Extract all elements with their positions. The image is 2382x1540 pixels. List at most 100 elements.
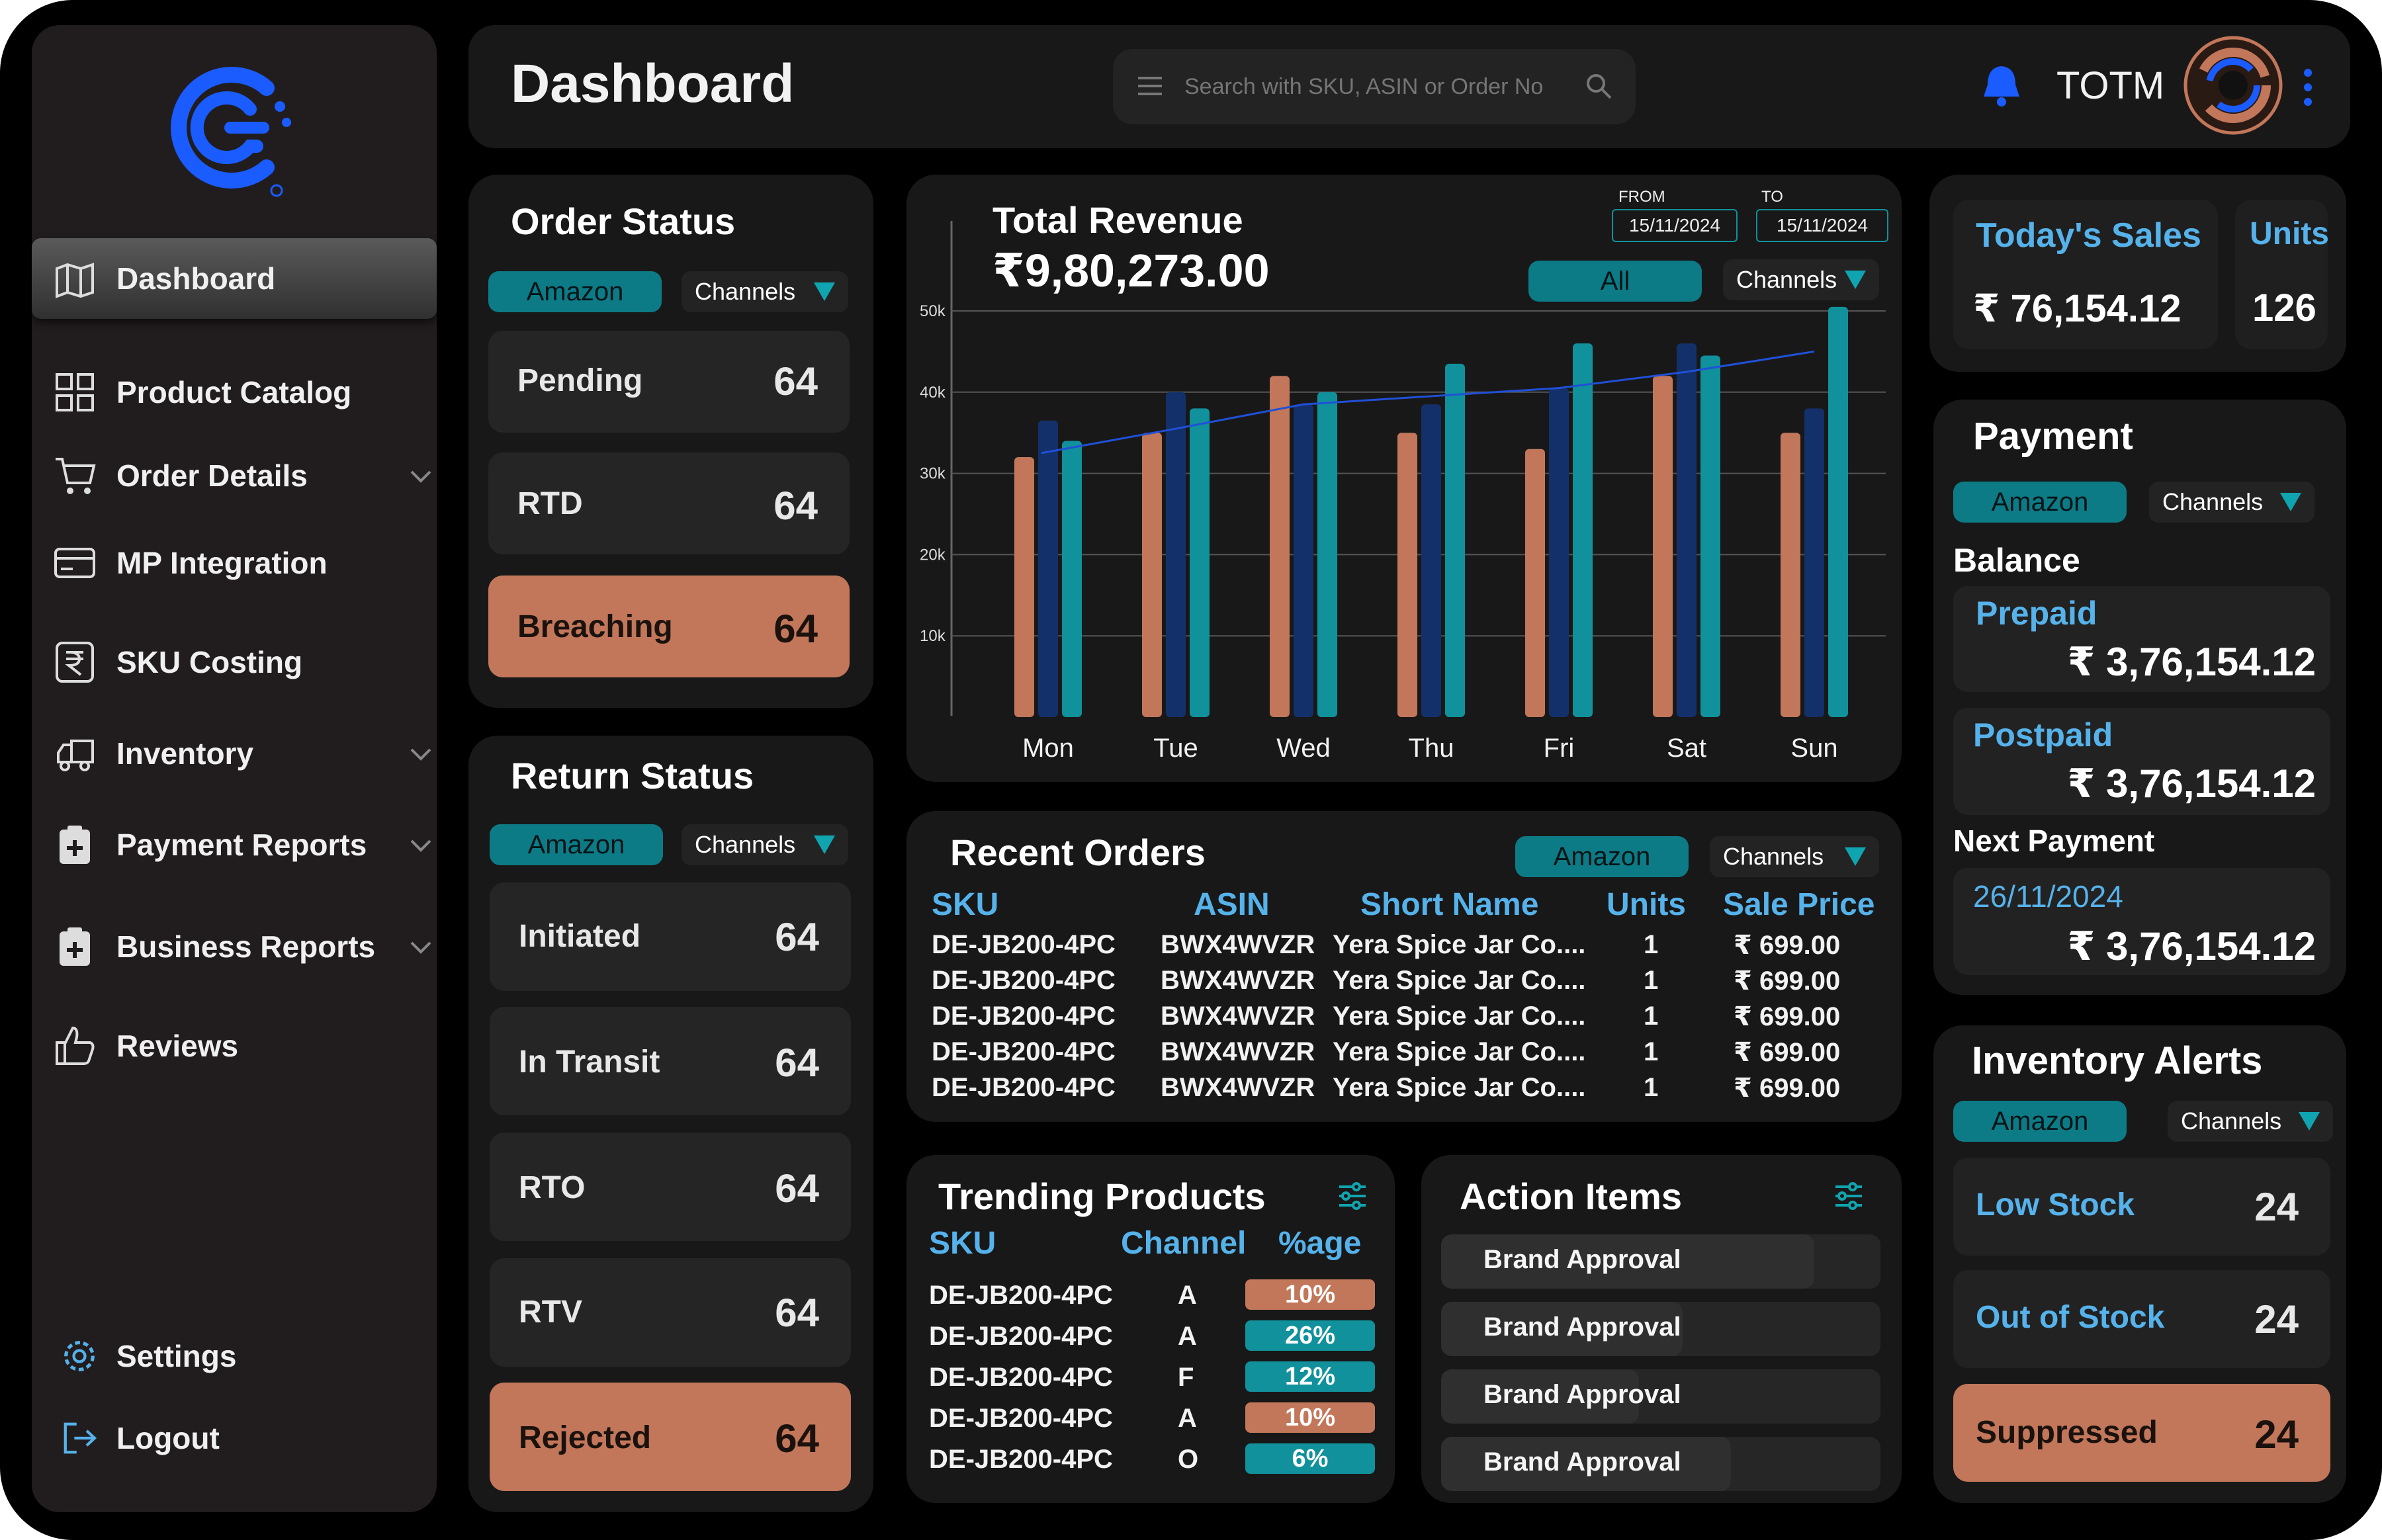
channels-label: Channels <box>1723 843 1824 870</box>
channel-cell: O <box>1178 1445 1199 1474</box>
chevron-down-icon <box>410 839 431 852</box>
amazon-filter[interactable]: Amazon <box>1953 482 2127 523</box>
order-status-panel: Order Status Amazon Channels Pending 64 R… <box>468 175 873 708</box>
postpaid-label: Postpaid <box>1973 716 2113 753</box>
panel-title: Trending Products <box>938 1176 1266 1217</box>
rto-card[interactable]: RTO 64 <box>490 1133 851 1241</box>
rtd-card[interactable]: RTD 64 <box>488 452 850 554</box>
units-cell: 1 <box>1644 1073 1659 1102</box>
list-item[interactable]: DE-JB200-4PC F 12% <box>906 1361 1395 1398</box>
initiated-card[interactable]: Initiated 64 <box>490 882 851 991</box>
channels-label: Channels <box>2162 488 2264 515</box>
search-icon[interactable] <box>1584 71 1613 101</box>
menu-icon[interactable] <box>1137 74 1163 98</box>
out-of-stock-card[interactable]: Out of Stock 24 <box>1953 1270 2330 1368</box>
status-label: Rejected <box>519 1420 652 1455</box>
settings-link[interactable]: Settings <box>32 1330 437 1383</box>
search-bar[interactable] <box>1113 49 1636 124</box>
bar <box>1677 343 1697 717</box>
percentage-badge: 6% <box>1245 1443 1375 1474</box>
status-label: RTV <box>519 1295 582 1330</box>
y-tick-label: 10k <box>920 627 946 645</box>
todays-sales-amount: ₹ 76,154.12 <box>1973 287 2182 330</box>
sale-price-cell: ₹ 699.00 <box>1734 1038 1841 1067</box>
pending-card[interactable]: Pending 64 <box>488 331 850 433</box>
list-item[interactable]: DE-JB200-4PC A 10% <box>906 1402 1395 1439</box>
bar <box>1804 408 1824 717</box>
asin-cell: BWX4WVZR <box>1161 966 1315 995</box>
postpaid-amount: ₹ 3,76,154.12 <box>2067 761 2316 806</box>
breaching-card[interactable]: Breaching 64 <box>488 576 850 677</box>
channels-dropdown[interactable]: Channels <box>682 271 848 312</box>
settings-label: Settings <box>116 1339 237 1373</box>
status-label: In Transit <box>519 1045 660 1080</box>
action-item[interactable]: Brand Approval <box>1441 1369 1880 1424</box>
amazon-filter[interactable]: Amazon <box>1515 836 1689 877</box>
table-row[interactable]: DE-JB200-4PC BWX4WVZR Yera Spice Jar Co...… <box>906 966 1902 1002</box>
filter-sliders-icon[interactable] <box>1337 1180 1368 1212</box>
dropdown-triangle-icon <box>1845 847 1866 866</box>
channel-cell: A <box>1178 1404 1197 1433</box>
dropdown-triangle-icon <box>2299 1112 2320 1131</box>
suppressed-card[interactable]: Suppressed 24 <box>1953 1384 2330 1482</box>
panel-title: Return Status <box>511 755 754 796</box>
cart-icon <box>56 458 96 494</box>
sidebar-item-product-catalog[interactable]: Product Catalog <box>32 356 437 429</box>
asin-cell: BWX4WVZR <box>1161 1073 1315 1102</box>
status-count: 64 <box>773 607 818 651</box>
logout-link[interactable]: Logout <box>32 1412 437 1465</box>
action-item[interactable]: Brand Approval <box>1441 1302 1880 1356</box>
percentage-badge: 10% <box>1245 1402 1375 1433</box>
brand-logo <box>171 67 291 197</box>
sidebar-item-payment-reports[interactable]: Payment Reports <box>32 808 437 881</box>
channels-dropdown[interactable]: Channels <box>1710 836 1879 877</box>
panel-title: Inventory Alerts <box>1972 1039 2263 1082</box>
sidebar-item-sku-costing[interactable]: SKU Costing <box>32 626 437 699</box>
panel-title: Recent Orders <box>950 832 1206 873</box>
grid-icon <box>56 373 94 411</box>
list-item[interactable]: DE-JB200-4PC A 26% <box>906 1320 1395 1357</box>
avatar[interactable] <box>2184 36 2283 135</box>
in-transit-card[interactable]: In Transit 64 <box>490 1007 851 1115</box>
rtv-card[interactable]: RTV 64 <box>490 1258 851 1367</box>
revenue-panel: Total Revenue ₹9,80,273.00 FROM 15/11/20… <box>906 175 1902 782</box>
bell-icon[interactable] <box>1978 62 2025 108</box>
sidebar-item-label: MP Integration <box>116 546 328 580</box>
channels-dropdown[interactable]: Channels <box>2149 482 2315 523</box>
amazon-filter[interactable]: Amazon <box>488 271 662 312</box>
amazon-filter[interactable]: Amazon <box>1953 1101 2127 1142</box>
panel-title: Payment <box>1973 415 2133 458</box>
table-row[interactable]: DE-JB200-4PC BWX4WVZR Yera Spice Jar Co...… <box>906 930 1902 966</box>
channels-dropdown[interactable]: Channels <box>2168 1101 2333 1142</box>
table-row[interactable]: DE-JB200-4PC BWX4WVZR Yera Spice Jar Co...… <box>906 1073 1902 1109</box>
list-item[interactable]: DE-JB200-4PC A 10% <box>906 1279 1395 1316</box>
status-count: 64 <box>773 484 818 528</box>
sidebar-item-business-reports[interactable]: Business Reports <box>32 910 437 983</box>
low-stock-card[interactable]: Low Stock 24 <box>1953 1158 2330 1256</box>
sku-cell: DE-JB200-4PC <box>929 1322 1113 1351</box>
short-name-cell: Yera Spice Jar Co.... <box>1333 1002 1586 1031</box>
logout-icon <box>64 1422 97 1454</box>
sidebar-item-reviews[interactable]: Reviews <box>32 1009 437 1082</box>
postpaid-card: Postpaid ₹ 3,76,154.12 <box>1953 708 2330 815</box>
sidebar-item-inventory[interactable]: Inventory <box>32 717 437 790</box>
recent-orders-panel: Recent Orders Amazon Channels SKU ASIN S… <box>906 811 1902 1122</box>
table-row[interactable]: DE-JB200-4PC BWX4WVZR Yera Spice Jar Co...… <box>906 1037 1902 1073</box>
list-item[interactable]: DE-JB200-4PC O 6% <box>906 1443 1395 1480</box>
action-item[interactable]: Brand Approval <box>1441 1437 1880 1491</box>
sidebar-item-order-details[interactable]: Order Details <box>32 439 437 512</box>
sidebar-item-dashboard[interactable]: Dashboard <box>32 238 437 319</box>
channels-dropdown[interactable]: Channels <box>682 824 848 865</box>
page-title: Dashboard <box>511 54 795 114</box>
amazon-filter[interactable]: Amazon <box>490 824 663 865</box>
table-row[interactable]: DE-JB200-4PC BWX4WVZR Yera Spice Jar Co...… <box>906 1002 1902 1037</box>
more-vertical-icon[interactable] <box>2301 66 2315 108</box>
bar <box>1549 388 1569 717</box>
action-item[interactable]: Brand Approval <box>1441 1234 1880 1289</box>
rejected-card[interactable]: Rejected 64 <box>490 1383 851 1491</box>
filter-sliders-icon[interactable] <box>1833 1180 1865 1212</box>
search-input[interactable] <box>1184 67 1568 106</box>
short-name-cell: Yera Spice Jar Co.... <box>1333 930 1586 959</box>
status-label: Initiated <box>519 919 641 954</box>
sidebar-item-mp-integration[interactable]: MP Integration <box>32 527 437 599</box>
